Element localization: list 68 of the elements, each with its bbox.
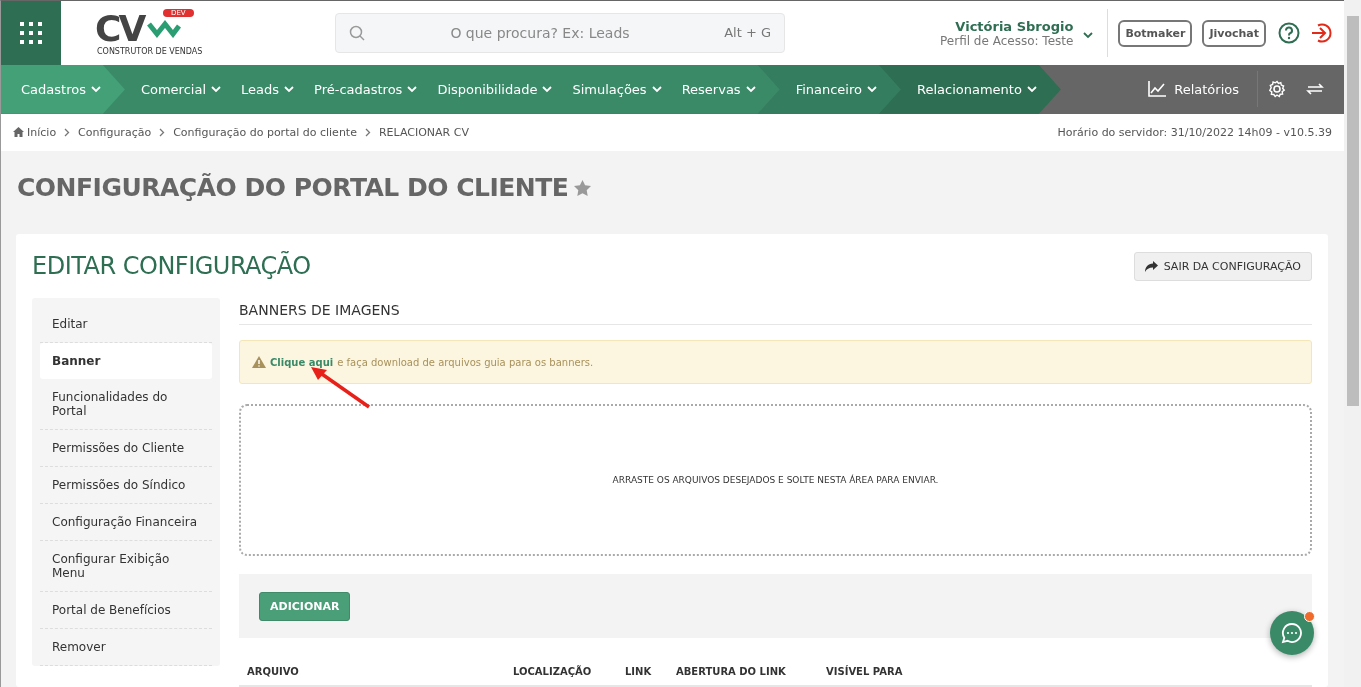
page-title: CONFIGURAÇÃO DO PORTAL DO CLIENTE (17, 173, 569, 202)
header-button[interactable]: Jivochat (1202, 19, 1266, 47)
side-menu-item[interactable]: Configurar Exibição Menu (40, 541, 212, 592)
chevron-down-icon (651, 85, 662, 93)
nav-item[interactable]: Relacionamento (917, 81, 1037, 97)
chevron-down-icon (1026, 85, 1037, 93)
upload-dropzone[interactable]: ARRASTE OS ARQUIVOS DESEJADOS E SOLTE NESTA ÁREA PARA ENVIAR. (239, 404, 1312, 556)
chevron-down-icon (1083, 31, 1094, 39)
side-menu-item[interactable]: Portal de Benefícios (40, 592, 212, 629)
column-header: LINK (625, 666, 653, 677)
line-chart-icon (1148, 81, 1167, 98)
breadcrumb-link[interactable]: Configuração (78, 125, 152, 139)
download-link[interactable]: Clique aqui (270, 356, 334, 368)
breadcrumb-link[interactable]: Configuração do portal do cliente (173, 125, 357, 139)
grid-icon (19, 21, 43, 45)
chevron-down-icon (211, 85, 221, 93)
chat-bubble-icon (1281, 622, 1303, 644)
apps-menu-button[interactable] (1, 1, 61, 65)
reports-link[interactable]: Relatórios (1130, 71, 1258, 108)
logo-tagline: CONSTRUTOR DE VENDAS (97, 46, 204, 56)
settings-icon[interactable] (1268, 80, 1286, 99)
search-icon (349, 25, 365, 41)
nav-item[interactable]: Disponibilidade (437, 81, 553, 97)
nav-item[interactable]: Simulações (572, 81, 662, 97)
chevron-down-icon (284, 85, 295, 93)
section-title: BANNERS DE IMAGENS (239, 298, 1312, 325)
chevron-down-icon (407, 85, 418, 93)
logout-icon[interactable] (1310, 22, 1332, 44)
nav-item[interactable]: Reservas (681, 81, 756, 97)
share-arrow-icon (1144, 260, 1158, 272)
swap-icon[interactable] (1306, 82, 1324, 97)
nav-item[interactable]: Comercial (140, 81, 221, 97)
alert-text: e faça download de arquivos guia para os banners. (337, 356, 594, 368)
logo-text: CV (95, 10, 144, 47)
card-title: EDITAR CONFIGURAÇÃO (32, 252, 311, 280)
user-name: Victória Sbrogio (954, 18, 1074, 34)
home-icon (13, 127, 24, 138)
star-icon[interactable] (574, 179, 592, 196)
shortcut-hint: Alt + G (724, 25, 771, 40)
header-button[interactable]: Botmaker (1118, 19, 1193, 47)
arrow-annotation (309, 366, 373, 410)
column-header: ABERTURA DO LINK (676, 666, 787, 677)
column-header: ARQUIVO (247, 666, 300, 677)
side-menu-item[interactable]: Banner (40, 343, 212, 379)
chevron-right-icon (364, 127, 371, 137)
access-profile: Perfil de Acesso: Teste (940, 33, 1074, 48)
chevron-down-icon (542, 85, 553, 93)
exit-configuration-button[interactable]: SAIR DA CONFIGURAÇÃO (1133, 251, 1312, 281)
nav-item[interactable]: Financeiro (795, 81, 877, 97)
chevron-down-icon (90, 85, 101, 93)
nav-item[interactable]: Leads (241, 81, 295, 97)
nav-item[interactable]: Pré-cadastros (314, 81, 418, 97)
side-menu-item[interactable]: Permissões do Síndico (40, 467, 212, 504)
side-menu-item[interactable]: Permissões do Cliente (40, 430, 212, 467)
chevron-down-icon (867, 85, 877, 93)
server-time: Horário do servidor: 31/10/2022 14h09 - v10.5.39 (1057, 125, 1332, 139)
side-menu-item[interactable]: Remover (40, 629, 212, 666)
logo-wave-icon (147, 19, 182, 38)
chevron-right-icon (159, 127, 166, 137)
help-icon[interactable] (1278, 22, 1300, 44)
side-menu-item[interactable]: Configuração Financeira (40, 504, 212, 541)
chevron-right-icon (64, 127, 71, 137)
breadcrumb-link[interactable]: Início (27, 125, 57, 139)
column-header: LOCALIZAÇÃO (513, 666, 593, 677)
column-header: VISÍVEL PARA (826, 666, 904, 677)
side-menu-item[interactable]: Funcionalidades do Portal (40, 379, 212, 430)
chevron-down-icon (745, 85, 756, 93)
warning-icon (252, 356, 266, 368)
